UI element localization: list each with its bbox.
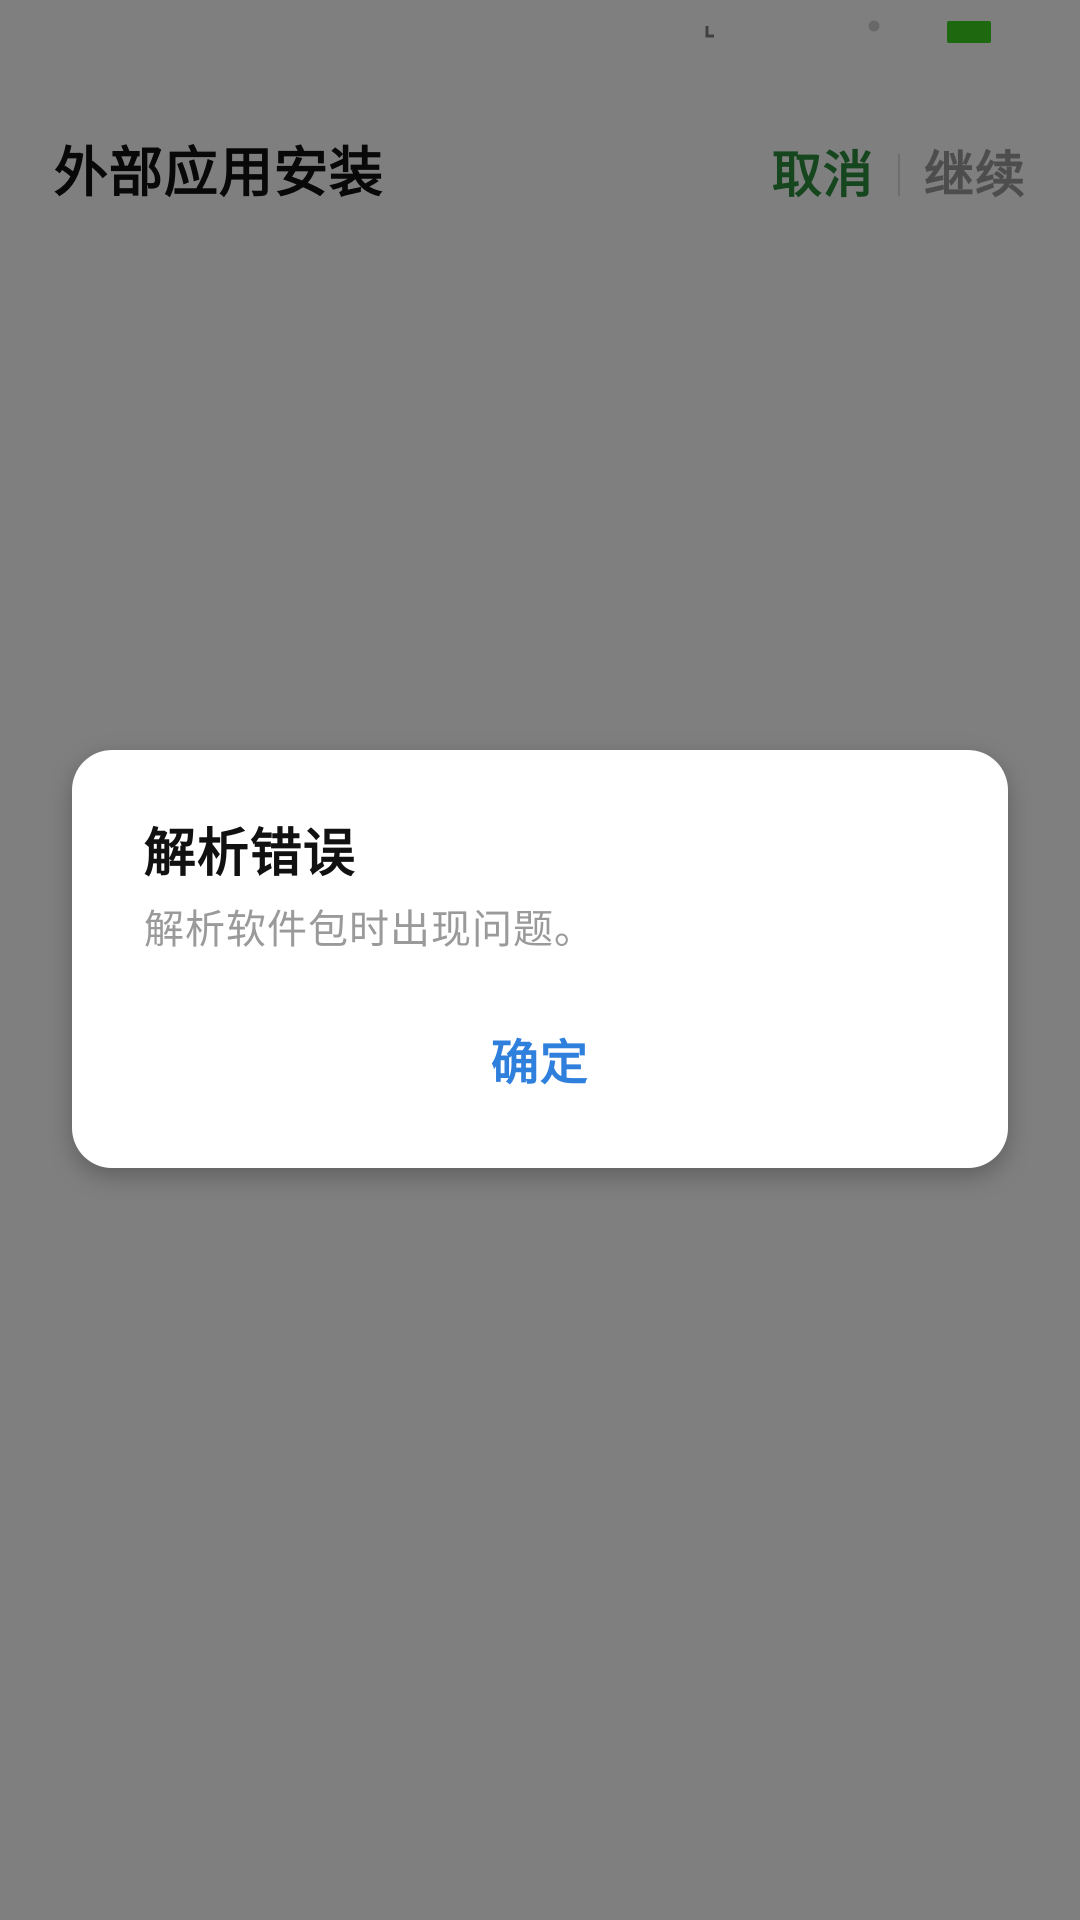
dialog-message: 解析软件包时出现问题。: [144, 907, 595, 953]
dialog-title: 解析错误: [144, 824, 357, 884]
ok-button[interactable]: 确定: [72, 1030, 1008, 1096]
error-dialog: 解析错误 解析软件包时出现问题。 确定: [72, 750, 1008, 1168]
